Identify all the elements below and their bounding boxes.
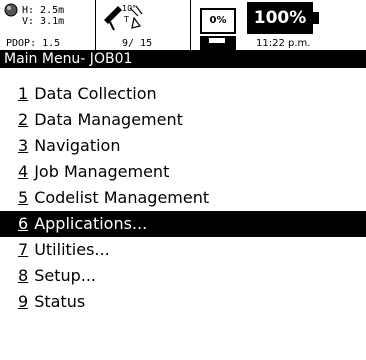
menu-item-number: 8 <box>18 266 29 285</box>
battery-percent: 100% <box>253 8 307 28</box>
v-precision: V: 3.1m <box>22 16 65 27</box>
menu-item-utilities[interactable]: 7 Utilities... <box>0 237 366 263</box>
menu-item-label: Applications... <box>34 214 148 233</box>
menu-item-label: Data Collection <box>34 84 157 103</box>
pdop-value: PDOP: 1.5 <box>6 38 61 49</box>
menu-item-status[interactable]: 9 Status <box>0 289 366 315</box>
gps-status-icon[interactable] <box>4 3 18 17</box>
menu-item-number: 6 <box>18 214 29 233</box>
menu-item-navigation[interactable]: 3 Navigation <box>0 133 366 159</box>
menu-item-number: 7 <box>18 240 29 259</box>
menu-item-number: 3 <box>18 136 29 155</box>
menu-item-label: Navigation <box>34 136 121 155</box>
menu-item-data-collection[interactable]: 1 Data Collection <box>0 81 366 107</box>
menu-item-label: Data Management <box>34 110 183 129</box>
main-menu: 1 Data Collection 2 Data Management 3 Navig… <box>0 81 366 315</box>
menu-item-number: 5 <box>18 188 29 207</box>
memory-percent: 0% <box>209 15 227 26</box>
h-precision: H: 2.5m <box>22 5 65 16</box>
menu-item-number: 4 <box>18 162 29 181</box>
menu-item-label: Utilities... <box>34 240 110 259</box>
window-title: Main Menu- JOB01 <box>0 50 366 68</box>
menu-item-label: Status <box>34 292 86 311</box>
menu-item-number: 1 <box>18 84 29 103</box>
menu-item-job-management[interactable]: 4 Job Management <box>0 159 366 185</box>
menu-item-label: Codelist Management <box>34 188 210 207</box>
tracking-mode: T <box>123 15 129 24</box>
status-bar: H: 2.5m V: 3.1m PDOP: 1.5 10° T 9/ 15 0%… <box>0 0 366 50</box>
menu-item-label: Job Management <box>34 162 170 181</box>
menu-item-applications[interactable]: 6 Applications... <box>0 211 366 237</box>
memory-disk-icon[interactable]: 0% <box>200 8 236 34</box>
satellite-dish-icon[interactable]: 10° T <box>100 2 144 36</box>
status-divider <box>95 0 96 50</box>
menu-item-setup[interactable]: 8 Setup... <box>0 263 366 289</box>
menu-item-number: 9 <box>18 292 29 311</box>
floppy-icon <box>200 36 236 50</box>
precision-readout: H: 2.5m V: 3.1m <box>22 5 68 27</box>
battery-icon[interactable]: 100% <box>247 2 319 34</box>
menu-item-codelist-management[interactable]: 5 Codelist Management <box>0 185 366 211</box>
status-divider <box>190 0 191 50</box>
menu-item-number: 2 <box>18 110 29 129</box>
menu-item-data-management[interactable]: 2 Data Management <box>0 107 366 133</box>
sv-count: 9/ 15 <box>122 38 153 49</box>
menu-item-label: Setup... <box>34 266 97 285</box>
clock: 11:22 p.m. <box>256 38 311 49</box>
